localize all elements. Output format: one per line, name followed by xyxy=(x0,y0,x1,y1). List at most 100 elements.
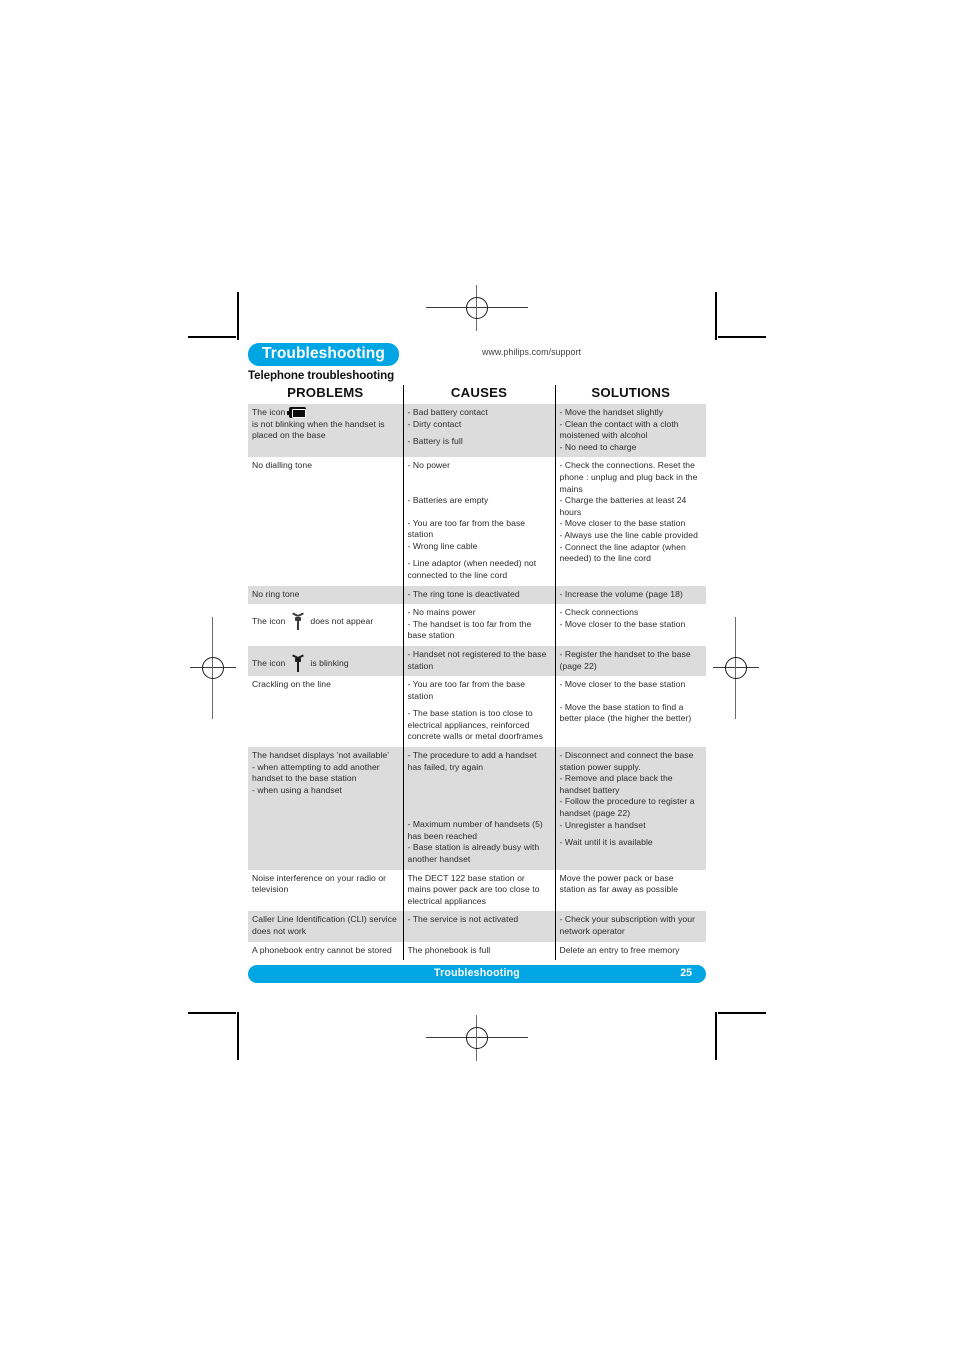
solution-item: - Unregister a handset xyxy=(559,819,646,830)
crop-mark-bottom-left-vertical xyxy=(237,1012,239,1060)
solution-item: Delete an entry to free memory xyxy=(559,944,680,955)
column-header-causes: CAUSES xyxy=(402,385,555,404)
crop-mark-top-left-horizontal xyxy=(188,336,236,338)
cause-item: - You are too far from the base station xyxy=(407,517,526,540)
solution-item: - Clean the contact with a cloth moisten… xyxy=(559,418,679,441)
cause-item: The DECT 122 base station or mains power… xyxy=(407,872,540,906)
cause-item: - No power xyxy=(407,460,451,471)
solution-item: - Connect the line adaptor (when needed)… xyxy=(559,541,686,564)
cell-problem: A phonebook entry cannot be stored xyxy=(248,941,403,961)
cause-item: - Wrong line cable xyxy=(407,540,478,551)
cause-item: - The ring tone is deactivated xyxy=(407,588,520,599)
table-row: Caller Line Identification (CLI) service… xyxy=(248,911,706,942)
cell-causes: - The ring tone is deactivated xyxy=(402,585,555,605)
cell-causes: The phonebook is full xyxy=(402,941,555,961)
table-row: The icon is blinking - Handset not regis… xyxy=(248,645,706,677)
cell-causes: - The procedure to add a handset has fai… xyxy=(402,747,555,870)
solution-item: - Remove and place back the handset batt… xyxy=(559,773,673,795)
crop-mark-top-right-vertical xyxy=(715,292,717,340)
cell-causes: - The service is not activated xyxy=(402,911,555,942)
cell-problem: No ring tone xyxy=(248,585,403,605)
problem-text-before: The icon xyxy=(252,407,286,417)
table-row: The icon is not blinking when the handse… xyxy=(248,404,706,458)
page-header: Troubleshooting www.philips.com/support xyxy=(248,343,706,366)
cause-item: - Base station is already busy with anot… xyxy=(407,842,540,865)
problem-text-after: is not blinking when the handset is plac… xyxy=(252,418,385,441)
table-row: A phonebook entry cannot be stored The p… xyxy=(248,941,706,961)
table-row: The icon does not appear - No mains powe… xyxy=(248,604,706,646)
problem-text: A phonebook entry cannot be stored xyxy=(252,944,392,955)
cause-item: - Handset not registered to the base sta… xyxy=(407,648,547,671)
cell-problem: Noise interference on your radio or tele… xyxy=(248,869,403,912)
solution-item: - Check your subscription with your netw… xyxy=(559,914,695,936)
cause-item: - No mains power xyxy=(407,607,476,618)
cause-item: - Dirty contact xyxy=(407,418,462,429)
solution-item: - Move closer to the base station xyxy=(559,618,686,629)
crop-mark-bottom-right-vertical xyxy=(715,1012,717,1060)
antenna-icon xyxy=(291,612,304,631)
cell-solutions: - Check your subscription with your netw… xyxy=(554,911,706,942)
table-row: The handset displays 'not available' - w… xyxy=(248,747,706,870)
problem-text: - when using a handset xyxy=(252,784,342,795)
section-title-chip: Troubleshooting xyxy=(248,343,399,366)
column-header-problems: PROBLEMS xyxy=(287,385,364,400)
problem-text: - when attempting to add another handset… xyxy=(252,761,380,784)
document-page: Troubleshooting www.philips.com/support … xyxy=(248,343,706,984)
cause-item: - The service is not activated xyxy=(407,914,519,925)
cell-causes: - Handset not registered to the base sta… xyxy=(402,645,555,677)
troubleshooting-table: PROBLEMS CAUSES SOLUTIONS The icon is no… xyxy=(248,385,706,961)
problem-text: Noise interference on your radio or tele… xyxy=(252,872,387,895)
cell-causes: The DECT 122 base station or mains power… xyxy=(402,869,555,912)
solution-item: - Disconnect and connect the base statio… xyxy=(559,750,694,772)
problem-text-after: does not appear xyxy=(310,616,374,627)
cell-causes: - No power - Batteries are empty - You a… xyxy=(402,457,555,586)
registration-mark-bottom xyxy=(426,1015,528,1061)
crop-mark-top-right-horizontal xyxy=(718,336,766,338)
antenna-blinking-icon xyxy=(291,654,304,672)
cell-causes: - Bad battery contact - Dirty contact - … xyxy=(402,404,555,458)
support-url: www.philips.com/support xyxy=(482,347,582,357)
cell-solutions: Move the power pack or base station as f… xyxy=(554,869,706,912)
registration-mark-right xyxy=(713,617,759,719)
cell-problem: The icon is blinking xyxy=(248,645,403,677)
cause-item: The phonebook is full xyxy=(407,944,491,955)
problem-text: The handset displays 'not available' xyxy=(252,750,389,761)
cause-item: - Battery is full xyxy=(407,436,463,447)
cell-solutions: - Move the handset slightly - Clean the … xyxy=(554,404,706,458)
cause-item: - The handset is too far from the base s… xyxy=(407,618,532,641)
cause-item: - You are too far from the base station xyxy=(407,679,526,701)
cell-causes: - You are too far from the base station … xyxy=(402,676,555,748)
table-row: Crackling on the line - You are too far … xyxy=(248,676,706,748)
solution-item: - Charge the batteries at least 24 hours xyxy=(559,495,687,517)
solution-item: - Move closer to the base station xyxy=(559,679,686,690)
cell-solutions: - Move closer to the base station - Move… xyxy=(554,676,706,748)
registration-mark-top xyxy=(426,285,528,331)
cell-problem: The icon does not appear xyxy=(248,604,403,646)
table-row: Noise interference on your radio or tele… xyxy=(248,869,706,912)
problem-text: Caller Line Identification (CLI) service… xyxy=(252,914,397,936)
cell-solutions: Delete an entry to free memory xyxy=(554,941,706,961)
solution-item: - Always use the line cable provided xyxy=(559,529,698,540)
solution-item: - Wait until it is available xyxy=(559,837,653,848)
problem-text-after: is blinking xyxy=(310,658,349,669)
problem-text: No dialling tone xyxy=(252,460,313,471)
cell-problem: Caller Line Identification (CLI) service… xyxy=(248,911,403,942)
problem-text: No ring tone xyxy=(252,588,300,599)
footer-page-number: 25 xyxy=(680,967,692,980)
footer-section-title: Troubleshooting xyxy=(434,967,520,980)
crop-mark-bottom-right-horizontal xyxy=(718,1012,766,1014)
table-header-row: PROBLEMS CAUSES SOLUTIONS xyxy=(248,385,706,404)
column-header-solutions: SOLUTIONS xyxy=(554,385,706,404)
cause-item: - Line adaptor (when needed) not connect… xyxy=(407,558,537,580)
page-subtitle: Telephone troubleshooting xyxy=(248,369,395,382)
cause-item: - The base station is too close to elect… xyxy=(407,708,543,742)
cell-solutions: - Disconnect and connect the base statio… xyxy=(554,747,706,870)
cell-solutions: - Check the connections. Reset the phone… xyxy=(554,457,706,586)
solution-item: - Check connections xyxy=(559,607,639,618)
cell-problem: The icon is not blinking when the handse… xyxy=(248,404,403,458)
cell-problem: Crackling on the line xyxy=(248,676,403,748)
solution-item: - Follow the procedure to register a han… xyxy=(559,796,695,819)
table-row: No ring tone - The ring tone is deactiva… xyxy=(248,585,706,605)
cause-item: - Maximum number of handsets (5) has bee… xyxy=(407,819,543,841)
table-row: No dialling tone - No power - Batteries … xyxy=(248,457,706,586)
